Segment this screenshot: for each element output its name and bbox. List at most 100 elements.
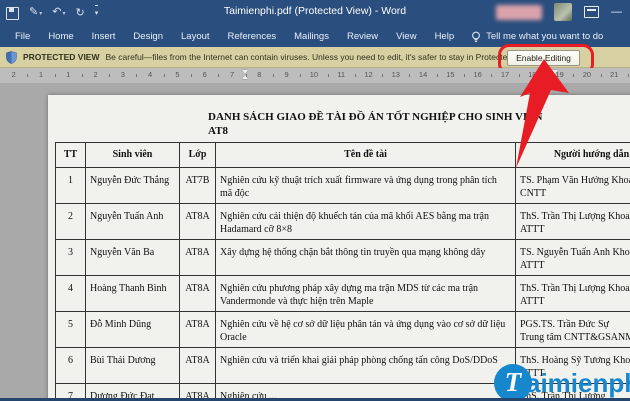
cell-supervisor: TS. Nguyễn Tuấn Anh Khoa ATTT xyxy=(516,240,630,276)
header-supervisor: Người hướng dẫn xyxy=(516,143,630,168)
undo-icon[interactable]: ↶▾ xyxy=(52,4,65,22)
ruler-number: 15 xyxy=(437,68,466,83)
tellme-label: Tell me what you want to do xyxy=(486,31,604,42)
ruler-number: 9 xyxy=(273,68,302,83)
ruler-number: 4 xyxy=(136,68,166,83)
ruler-number: 7 xyxy=(218,68,247,83)
cell-tt: 4 xyxy=(56,276,86,312)
cell-name: Nguyễn Tuấn Anh xyxy=(86,204,180,240)
ribbon-display-options-icon[interactable] xyxy=(584,6,599,18)
cell-supervisor: ThS. Trần Thị Lượng Khoa ATTT xyxy=(516,204,630,240)
protected-view-message: Be careful—files from the Internet can c… xyxy=(105,52,535,62)
customize-qat-icon[interactable]: ▾ xyxy=(94,4,99,22)
cell-supervisor: TS. Phạm Văn Hưởng Khoa CNTT xyxy=(516,168,630,204)
tab-design[interactable]: Design xyxy=(124,26,172,47)
ruler-number: 12 xyxy=(355,68,384,83)
cell-tt: 1 xyxy=(56,168,86,204)
cell-topic: Nghiên cứu ... xyxy=(216,384,516,398)
cell-name: Dương Đức Đạt xyxy=(86,384,180,398)
pen-dropdown-icon[interactable]: ▾ xyxy=(39,11,42,17)
cell-tt: 5 xyxy=(56,312,86,348)
tab-review[interactable]: Review xyxy=(338,26,387,47)
cell-class: AT8A xyxy=(180,312,216,348)
cell-name: Hoàng Thanh Bình xyxy=(86,276,180,312)
tab-home[interactable]: Home xyxy=(39,26,82,47)
undo-dropdown-icon[interactable]: ▾ xyxy=(62,11,65,17)
cell-name: Đỗ Minh Dũng xyxy=(86,312,180,348)
ruler-number: 14 xyxy=(409,68,439,83)
tab-file[interactable]: File xyxy=(6,26,39,47)
ruler-number: 1 xyxy=(55,68,84,83)
tab-mailings[interactable]: Mailings xyxy=(285,26,338,47)
quick-access-toolbar: ✎▾ ↶▾ ↻ ▾ xyxy=(6,4,99,22)
table-row: 5 Đỗ Minh Dũng AT8A Nghiên cứu về hệ cơ … xyxy=(56,312,630,348)
cell-topic: Nghiên cứu cải thiện độ khuếch tán của m… xyxy=(216,204,516,240)
ruler-number: 13 xyxy=(382,68,411,83)
table-header-row: TT Sinh viên Lớp Tên đề tài Người hướng … xyxy=(56,143,630,168)
tellme-box[interactable]: Tell me what you want to do xyxy=(471,31,603,43)
protected-view-label: PROTECTED VIEW xyxy=(23,52,100,62)
table-row: 3 Nguyễn Văn Ba AT8A Xây dựng hệ thống c… xyxy=(56,240,630,276)
ruler-number: 2 xyxy=(82,68,111,83)
redacted-username xyxy=(496,4,542,20)
minimize-button[interactable]: — xyxy=(611,3,622,21)
lightbulb-icon xyxy=(472,31,481,42)
tab-references[interactable]: References xyxy=(219,26,286,47)
ruler-number: 16 xyxy=(464,68,493,83)
ribbon-tabs: File Home Insert Design Layout References Mail… xyxy=(0,26,630,47)
table-row: 4 Hoàng Thanh Bình AT8A Nghiên cứu phươn… xyxy=(56,276,630,312)
header-tt: TT xyxy=(56,143,86,168)
header-name: Sinh viên xyxy=(86,143,180,168)
shield-icon xyxy=(6,50,17,64)
cell-tt: 3 xyxy=(56,240,86,276)
cell-topic: Nghiên cứu và triển khai giải pháp phòng… xyxy=(216,348,516,384)
header-class: Lớp xyxy=(180,143,216,168)
document-area: DANH SÁCH GIAO ĐỀ TÀI ĐỒ ÁN TỐT NGHIỆP C… xyxy=(0,83,630,398)
cell-topic: Nghiên cứu phương pháp xây dựng ma trận … xyxy=(216,276,516,312)
ruler-number: 8 xyxy=(246,68,275,83)
assignment-table: TT Sinh viên Lớp Tên đề tài Người hướng … xyxy=(55,142,630,398)
ruler-number: 17 xyxy=(491,68,520,83)
ruler-number: 3 xyxy=(109,68,138,83)
cell-supervisor: PGS.TS. Trần Đức Sự Trung tâm CNTT&GSANM xyxy=(516,312,630,348)
cell-topic: Nghiên cứu kỹ thuật trích xuất firmware … xyxy=(216,168,516,204)
tab-insert[interactable]: Insert xyxy=(83,26,125,47)
ruler-number: 19 xyxy=(546,68,575,83)
save-icon[interactable] xyxy=(6,6,19,20)
titlebar-right: — xyxy=(496,3,622,21)
document-title: DANH SÁCH GIAO ĐỀ TÀI ĐỒ ÁN TỐT NGHIỆP C… xyxy=(208,111,543,137)
table-row: 2 Nguyễn Tuấn Anh AT8A Nghiên cứu cải th… xyxy=(56,204,630,240)
cell-class: AT8A xyxy=(180,276,216,312)
tab-view[interactable]: View xyxy=(387,26,425,47)
cell-class: AT8A xyxy=(180,204,216,240)
table-row: 1 Nguyễn Đức Thắng AT7B Nghiên cứu kỹ th… xyxy=(56,168,630,204)
avatar[interactable] xyxy=(554,3,572,21)
cell-tt: 7 xyxy=(56,384,86,398)
cell-name: Bùi Thái Dương xyxy=(86,348,180,384)
tab-help[interactable]: Help xyxy=(426,26,464,47)
document-page[interactable]: DANH SÁCH GIAO ĐỀ TÀI ĐỒ ÁN TỐT NGHIỆP C… xyxy=(48,95,630,398)
ruler-number: 21 xyxy=(601,68,630,83)
tab-layout[interactable]: Layout xyxy=(172,26,219,47)
enable-editing-button[interactable]: Enable Editing xyxy=(507,50,580,66)
cell-class: AT7B xyxy=(180,168,216,204)
cell-class: AT8A xyxy=(180,384,216,398)
cell-class: AT8A xyxy=(180,240,216,276)
horizontal-ruler[interactable]: 2 1 1 2 3 4 5 6 7 8 9 10 11 12 13 14 15 16 17 18 19 20 21 xyxy=(0,68,630,84)
redo-icon[interactable]: ↻ xyxy=(75,5,84,21)
ruler-number: 2 xyxy=(0,68,29,83)
word-window: ✎▾ ↶▾ ↻ ▾ Taimienphi.pdf (Protected View… xyxy=(0,0,630,401)
ruler-number: 5 xyxy=(164,68,193,83)
cell-supervisor: ThS. Trần Thị Lượng Khoa ATTT xyxy=(516,276,630,312)
cell-name: Nguyễn Đức Thắng xyxy=(86,168,180,204)
header-topic: Tên đề tài xyxy=(216,143,516,168)
ruler-number: 1 xyxy=(27,68,56,83)
title-bar: ✎▾ ↶▾ ↻ ▾ Taimienphi.pdf (Protected View… xyxy=(0,0,630,26)
cell-tt: 6 xyxy=(56,348,86,384)
cell-tt: 2 xyxy=(56,204,86,240)
watermark-logo: T aimienphi VN xyxy=(494,364,630,401)
cell-topic: Xây dựng hệ thống chặn bắt thông tin tru… xyxy=(216,240,516,276)
watermark-text: aimienphi xyxy=(526,368,630,398)
pen-icon[interactable]: ✎▾ xyxy=(29,4,42,22)
ruler-number: 6 xyxy=(191,68,220,83)
